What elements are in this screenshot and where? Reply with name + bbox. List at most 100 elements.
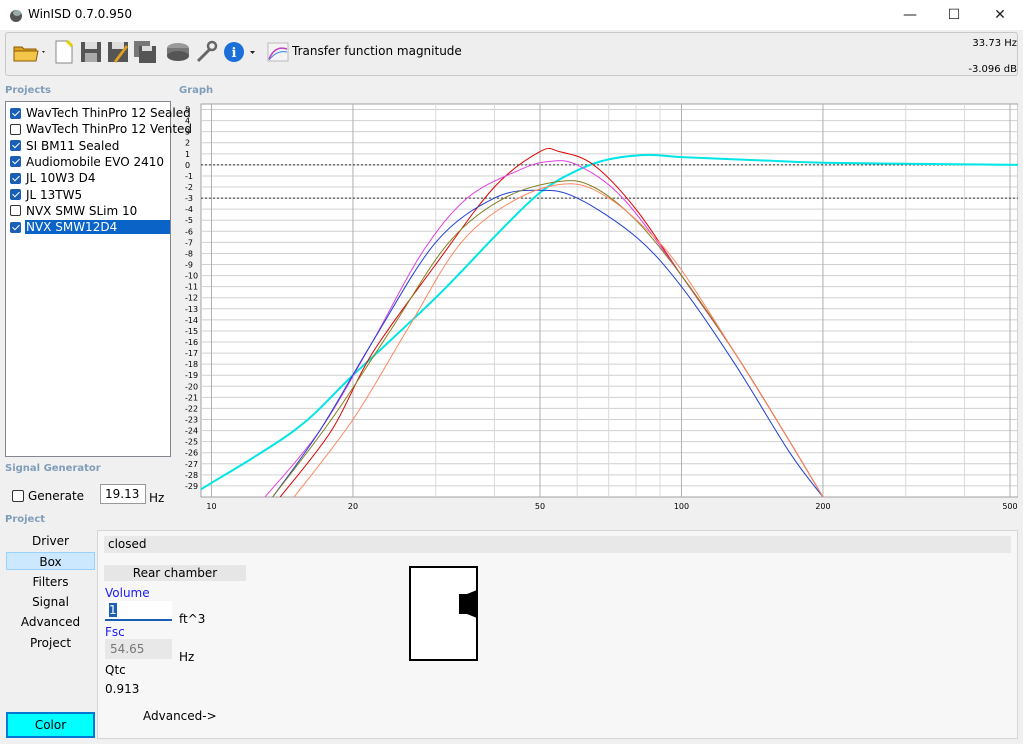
project-checkbox[interactable] (10, 172, 21, 184)
y-tick-label: -23 (185, 416, 198, 425)
transfer-graph-icon[interactable] (266, 39, 290, 65)
save-as-icon[interactable] (106, 39, 130, 65)
project-item[interactable]: WavTech ThinPro 12 Sealed (8, 105, 191, 121)
window-title: WinISD 0.7.0.950 (28, 7, 133, 21)
project-item[interactable]: WavTech ThinPro 12 Vented (8, 121, 192, 137)
project-name: WavTech ThinPro 12 Vented (26, 122, 193, 137)
y-tick-label: -2 (185, 183, 193, 192)
x-tick-label: 500 (1002, 502, 1017, 511)
project-checkbox[interactable] (10, 156, 21, 168)
project-name: JL 10W3 D4 (26, 171, 96, 186)
new-file-icon[interactable] (52, 39, 76, 65)
closed-box-diagram (409, 566, 478, 661)
y-tick-label: -14 (185, 316, 198, 325)
y-tick-label: -24 (185, 427, 198, 436)
maximize-button[interactable]: ☐ (931, 0, 977, 30)
project-checkbox[interactable] (10, 140, 21, 152)
svg-text:i: i (232, 46, 237, 61)
driver-cone-icon (467, 590, 477, 618)
y-tick-label: -9 (185, 261, 193, 270)
project-item[interactable]: JL 10W3 D4 (8, 170, 170, 186)
fsc-unit: Hz (179, 650, 195, 664)
project-checkbox[interactable] (10, 123, 21, 135)
y-tick-label: 2 (185, 139, 190, 148)
project-item[interactable]: NVX SMW SLim 10 (8, 203, 170, 219)
generator-frequency-input[interactable]: 19.13 (100, 484, 146, 504)
y-tick-label: -6 (185, 227, 193, 236)
advanced-button[interactable]: Advanced-> (143, 709, 217, 723)
generate-label: Generate (28, 489, 85, 503)
qtc-label: Qtc (105, 663, 126, 677)
y-tick-label: -19 (185, 371, 198, 380)
box-type-field[interactable]: closed (104, 536, 1011, 553)
minimize-button[interactable]: — (887, 0, 933, 30)
project-item[interactable]: JL 13TW5 (8, 187, 170, 203)
project-name: JL 13TW5 (26, 187, 83, 202)
save-all-icon[interactable] (133, 39, 157, 65)
graph-type-label[interactable]: Transfer function magnitude (292, 44, 462, 58)
save-icon[interactable] (79, 39, 103, 65)
y-tick-label: -8 (185, 249, 193, 258)
rear-chamber-tab[interactable]: Rear chamber (104, 565, 246, 581)
projects-section-label: Projects (5, 85, 52, 96)
project-checkbox[interactable] (10, 205, 21, 217)
wrench-icon[interactable] (194, 39, 218, 65)
project-item[interactable]: SI BM11 Sealed (8, 138, 170, 154)
app-icon (10, 10, 22, 22)
color-button[interactable]: Color (6, 712, 95, 738)
nav-item-driver[interactable]: Driver (6, 532, 95, 550)
cursor-level-readout: -3.096 dB (968, 64, 1017, 75)
project-list: WavTech ThinPro 12 Sealed WavTech ThinPro… (5, 101, 192, 457)
info-icon[interactable]: i (222, 39, 258, 65)
project-checkbox[interactable] (10, 107, 21, 119)
y-tick-label: 3 (185, 128, 190, 137)
x-tick-label: 200 (815, 502, 830, 511)
project-checkbox[interactable] (10, 189, 21, 200)
y-tick-label: -3 (185, 194, 193, 203)
project-item[interactable]: Audiomobile EVO 2410 (8, 154, 170, 170)
y-tick-label: -18 (185, 360, 198, 369)
cursor-frequency-readout: 33.73 Hz (972, 38, 1017, 49)
driver-speaker-icon[interactable] (166, 39, 190, 65)
y-tick-label: -29 (185, 482, 198, 491)
y-tick-label: -17 (185, 349, 198, 358)
project-item[interactable]: NVX SMW12D4 (8, 219, 170, 235)
y-tick-label: -28 (185, 471, 198, 480)
y-tick-label: 1 (185, 150, 190, 159)
nav-item-advanced[interactable]: Advanced (6, 613, 95, 631)
y-tick-label: -20 (185, 382, 198, 391)
x-tick-label: 10 (206, 502, 216, 511)
y-tick-label: -13 (185, 305, 198, 314)
close-button[interactable]: ✕ (977, 0, 1023, 30)
project-checkbox[interactable] (10, 221, 21, 233)
open-folder-icon[interactable] (12, 39, 48, 65)
y-tick-label: -12 (185, 294, 198, 303)
y-tick-label: 4 (185, 117, 190, 126)
nav-item-filters[interactable]: Filters (6, 573, 95, 591)
y-tick-label: -21 (185, 393, 198, 402)
project-name: Audiomobile EVO 2410 (26, 154, 164, 169)
y-tick-label: -4 (185, 205, 193, 214)
project-section-label: Project (5, 514, 46, 525)
volume-unit: ft^3 (179, 612, 206, 626)
generate-checkbox[interactable] (12, 490, 24, 502)
nav-item-box[interactable]: Box (6, 552, 95, 571)
x-tick-label: 50 (535, 502, 545, 511)
transfer-function-graph[interactable]: 543210-1-2-3-4-5-6-7-8-9-10-11-12-13-14-… (175, 101, 1018, 517)
qtc-value: 0.913 (105, 682, 140, 696)
graph-section-label: Graph (179, 85, 214, 96)
fsc-label: Fsc (105, 625, 125, 639)
project-name: NVX SMW12D4 (25, 220, 170, 235)
volume-input[interactable]: 1 (105, 601, 172, 621)
y-tick-label: -11 (185, 283, 198, 292)
nav-item-project[interactable]: Project (6, 634, 95, 652)
y-tick-label: -22 (185, 404, 198, 413)
nav-item-signal[interactable]: Signal (6, 593, 95, 611)
y-tick-label: 5 (185, 106, 190, 115)
fsc-input: 54.65 (105, 639, 172, 659)
project-name: NVX SMW SLim 10 (26, 203, 138, 218)
project-name: WavTech ThinPro 12 Sealed (26, 106, 191, 120)
volume-label: Volume (105, 586, 150, 600)
y-tick-label: -10 (185, 272, 198, 281)
x-tick-label: 20 (348, 502, 358, 511)
